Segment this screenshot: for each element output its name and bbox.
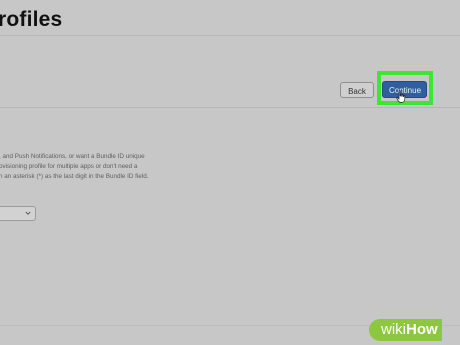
hand-cursor-icon: [396, 90, 406, 103]
description-line: ovisioning profile for multiple apps or …: [0, 163, 138, 170]
description-line: , and Push Notifications, or want a Bund…: [0, 153, 145, 160]
wikihow-watermark: wikiHow: [369, 319, 442, 341]
description-line: n an asterisk (*) as the last digit in t…: [0, 173, 149, 180]
bundle-id-description: , and Push Notifications, or want a Bund…: [0, 152, 199, 182]
page-title: rofiles: [0, 8, 63, 31]
back-button[interactable]: Back: [340, 82, 374, 98]
page: rofiles Back Continue , and Push Notific…: [0, 0, 460, 345]
header-divider: [0, 107, 460, 108]
watermark-how: How: [406, 321, 438, 338]
profile-select[interactable]: [0, 206, 36, 221]
title-divider: [0, 35, 460, 36]
watermark-wiki: wiki: [381, 321, 406, 338]
chevron-down-icon: [25, 211, 31, 215]
